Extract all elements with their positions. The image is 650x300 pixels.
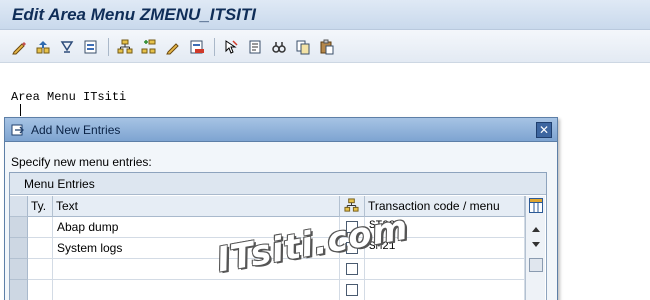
tree-root-label[interactable]: Area Menu ITsiti: [11, 90, 126, 104]
dialog-header: Add New Entries ✕: [5, 118, 557, 142]
row-selector[interactable]: [10, 280, 28, 300]
column-header-text[interactable]: Text: [53, 196, 340, 217]
window-title: Edit Area Menu ZMENU_ITSITI: [12, 5, 257, 24]
move-up-icon[interactable]: [34, 38, 52, 56]
cell-tcode[interactable]: [365, 280, 525, 300]
table-caption-text: Menu Entries: [24, 177, 95, 191]
open-icon[interactable]: [82, 38, 100, 56]
paste-icon[interactable]: [318, 38, 336, 56]
cell-tcode[interactable]: [365, 259, 525, 280]
column-settings-icon[interactable]: [529, 198, 543, 214]
select-all-cell[interactable]: [10, 196, 28, 217]
scroll-thumb[interactable]: [529, 258, 543, 272]
row-selector[interactable]: [10, 259, 28, 280]
application-toolbar: [0, 30, 650, 63]
toolbar-separator: [108, 38, 109, 56]
move-down-icon[interactable]: [58, 38, 76, 56]
scroll-up-icon[interactable]: [530, 224, 542, 234]
hierarchy-icon: [344, 198, 359, 212]
tree-connector: [20, 104, 21, 116]
edit-icon[interactable]: [164, 38, 182, 56]
cell-type[interactable]: [28, 280, 53, 300]
table-caption: Menu Entries: [10, 173, 546, 195]
cell-checkbox: [340, 259, 365, 280]
add-new-entries-dialog: Add New Entries ✕ Specify new menu entri…: [4, 117, 558, 300]
dialog-entry-icon: [11, 124, 24, 136]
row-selector[interactable]: [10, 238, 28, 259]
dialog-instruction: Specify new menu entries:: [11, 155, 152, 169]
column-header-type[interactable]: Ty.: [28, 196, 53, 217]
cell-text[interactable]: [53, 280, 340, 300]
cursor-select-icon[interactable]: [222, 38, 240, 56]
title-bar: Edit Area Menu ZMENU_ITSITI: [0, 0, 650, 30]
checkbox[interactable]: [346, 284, 358, 296]
cell-checkbox: [340, 280, 365, 300]
cell-type[interactable]: [28, 259, 53, 280]
vertical-scrollbar[interactable]: [525, 196, 545, 300]
cell-type[interactable]: [28, 238, 53, 259]
find-icon[interactable]: [270, 38, 288, 56]
add-node-icon[interactable]: [140, 38, 158, 56]
cell-type[interactable]: [28, 217, 53, 238]
delete-icon[interactable]: [188, 38, 206, 56]
details-icon[interactable]: [246, 38, 264, 56]
dialog-title: Add New Entries: [31, 123, 121, 137]
pencil-icon[interactable]: [10, 38, 28, 56]
hierarchy-icon[interactable]: [116, 38, 134, 56]
toolbar-separator: [214, 38, 215, 56]
copy-icon[interactable]: [294, 38, 312, 56]
scroll-down-icon[interactable]: [530, 240, 542, 250]
row-selector[interactable]: [10, 217, 28, 238]
column-header-hierarchy[interactable]: [340, 196, 365, 217]
checkbox[interactable]: [346, 263, 358, 275]
close-icon[interactable]: ✕: [536, 122, 552, 138]
